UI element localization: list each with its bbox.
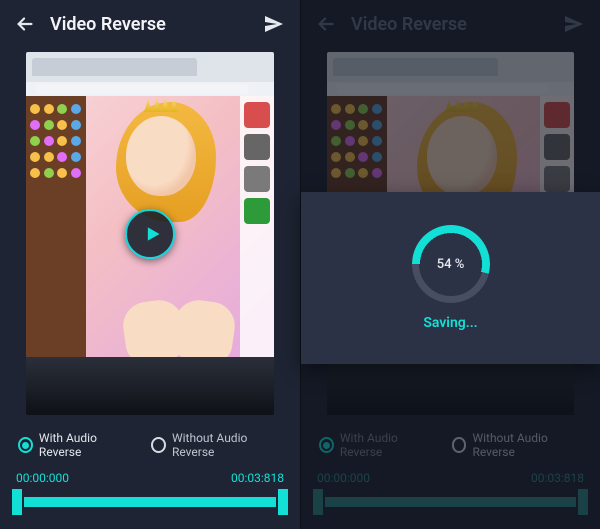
audio-options: With Audio Reverse Without Audio Reverse bbox=[0, 423, 300, 463]
radio-without-audio: Without Audio Reverse bbox=[452, 431, 582, 459]
app-header: Video Reverse bbox=[0, 0, 300, 48]
time-end: 00:03:818 bbox=[531, 471, 584, 485]
time-start: 00:00:000 bbox=[317, 471, 370, 485]
radio-label: With Audio Reverse bbox=[39, 431, 133, 459]
radio-label: With Audio Reverse bbox=[340, 431, 434, 459]
radio-label: Without Audio Reverse bbox=[172, 431, 282, 459]
app-header: Video Reverse bbox=[301, 0, 600, 48]
radio-label: Without Audio Reverse bbox=[472, 431, 582, 459]
time-range-labels: 00:00:000 00:03:818 bbox=[0, 463, 300, 487]
radio-off-icon bbox=[452, 437, 467, 453]
radio-on-icon bbox=[319, 437, 334, 453]
proceed-icon[interactable] bbox=[262, 12, 286, 36]
radio-without-audio[interactable]: Without Audio Reverse bbox=[151, 431, 282, 459]
time-start: 00:00:000 bbox=[16, 471, 69, 485]
radio-with-audio[interactable]: With Audio Reverse bbox=[18, 431, 133, 459]
progress-percent: 54 % bbox=[412, 225, 490, 303]
page-title: Video Reverse bbox=[351, 14, 548, 35]
progress-ring: 54 % bbox=[412, 225, 490, 303]
back-arrow-icon[interactable] bbox=[14, 13, 36, 35]
video-reverse-screen: Video Reverse bbox=[0, 0, 300, 529]
saving-modal: 54 % Saving... bbox=[301, 192, 600, 364]
screenshot-root: Video Reverse bbox=[0, 0, 600, 529]
trim-handle-left bbox=[313, 489, 323, 515]
trim-handle-left[interactable] bbox=[12, 489, 22, 515]
trim-track bbox=[325, 497, 576, 507]
trim-slider bbox=[301, 487, 600, 529]
saving-status: Saving... bbox=[423, 315, 477, 331]
video-reverse-screen-saving: Video Reverse bbox=[300, 0, 600, 529]
video-preview[interactable] bbox=[26, 52, 274, 415]
trim-track bbox=[24, 497, 276, 507]
page-title: Video Reverse bbox=[50, 14, 248, 35]
audio-options: With Audio Reverse Without Audio Reverse bbox=[301, 423, 600, 463]
proceed-icon bbox=[562, 12, 586, 36]
trim-handle-right[interactable] bbox=[278, 489, 288, 515]
trim-slider[interactable] bbox=[0, 487, 300, 529]
back-arrow-icon bbox=[315, 13, 337, 35]
radio-off-icon bbox=[151, 437, 166, 453]
radio-on-icon bbox=[18, 437, 33, 453]
time-end: 00:03:818 bbox=[231, 471, 284, 485]
trim-handle-right bbox=[578, 489, 588, 515]
radio-with-audio: With Audio Reverse bbox=[319, 431, 434, 459]
time-range-labels: 00:00:000 00:03:818 bbox=[301, 463, 600, 487]
play-button[interactable] bbox=[125, 209, 175, 259]
